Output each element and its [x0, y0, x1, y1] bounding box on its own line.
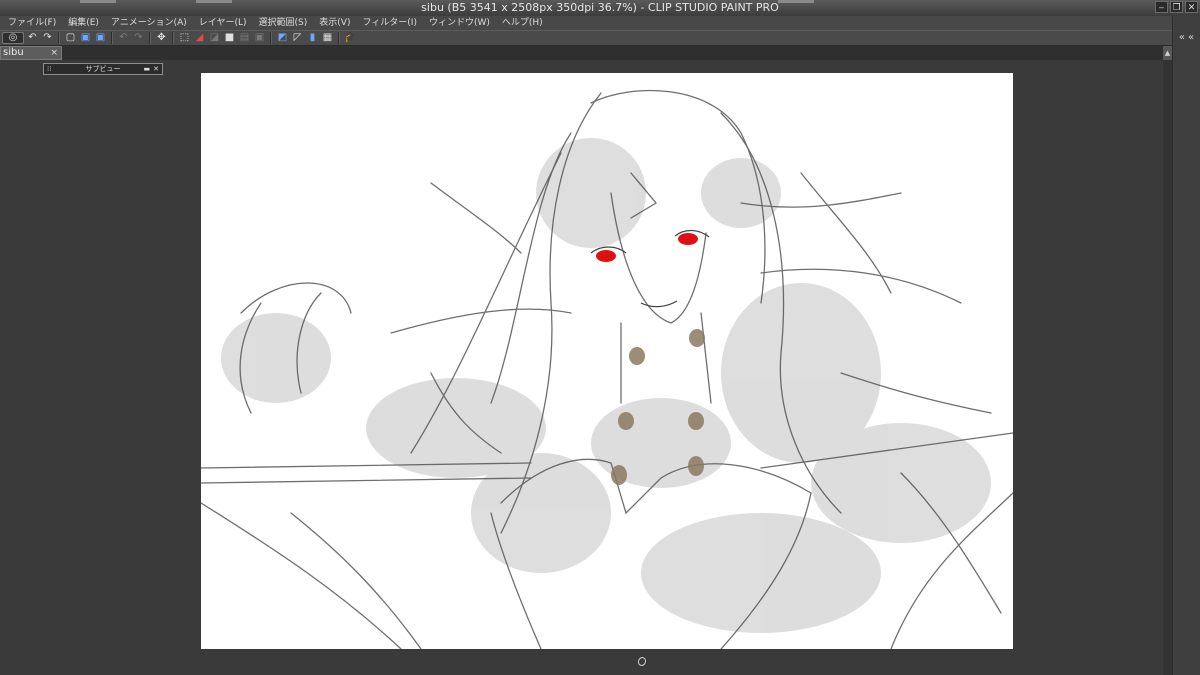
menu-animation[interactable]: アニメーション(A)	[105, 16, 193, 30]
snap-icon[interactable]: ◸	[291, 32, 304, 44]
new-file-icon[interactable]: ▢	[64, 32, 77, 44]
vertical-scrollbar[interactable]	[1163, 60, 1172, 675]
menu-filter[interactable]: フィルター(I)	[356, 16, 423, 30]
undo-icon[interactable]: ↶	[26, 32, 39, 44]
clear-icon[interactable]: ◢	[193, 32, 206, 44]
close-tab-icon[interactable]: ×	[50, 47, 58, 59]
expand-palette-icon[interactable]: ««	[1173, 32, 1200, 43]
toolbar-separator	[270, 32, 272, 44]
toolbar-separator	[338, 32, 340, 44]
menu-selection[interactable]: 選択範囲(S)	[253, 16, 314, 30]
zoom-icon[interactable]: ▣	[79, 32, 92, 44]
cut-icon[interactable]: ■	[223, 32, 236, 44]
menu-edit[interactable]: 編集(E)	[62, 16, 105, 30]
grid-icon[interactable]: ▦	[321, 32, 334, 44]
menu-file[interactable]: ファイル(F)	[0, 16, 62, 30]
selection-icon[interactable]: ⬚	[178, 32, 191, 44]
undo-disabled-icon[interactable]: ↶	[117, 32, 130, 44]
toolbar-separator	[149, 32, 151, 44]
menu-bar: ファイル(F) 編集(E) アニメーション(A) レイヤー(L) 選択範囲(S)…	[0, 16, 1172, 30]
pen-icon[interactable]: ▮	[306, 32, 319, 44]
redo-disabled-icon[interactable]: ↷	[132, 32, 145, 44]
redo-icon[interactable]: ↷	[41, 32, 54, 44]
close-icon[interactable]: ✕	[153, 64, 159, 74]
toolbar-separator	[58, 32, 60, 44]
minimize-icon[interactable]: ‒	[1155, 1, 1168, 13]
zoom-fit-icon[interactable]: ▣	[94, 32, 107, 44]
sketch-artwork	[201, 89, 1013, 649]
toolbar-separator	[111, 32, 113, 44]
canvas-tab[interactable]: sibu ×	[0, 46, 62, 60]
close-icon[interactable]: ✕	[1185, 1, 1198, 13]
menu-layer[interactable]: レイヤー(L)	[193, 16, 253, 30]
window-title: sibu (B5 3541 x 2508px 350dpi 36.7%) - C…	[421, 1, 779, 14]
toolbar-separator	[172, 32, 174, 44]
clip-studio-logo-icon[interactable]: ◎	[2, 32, 24, 44]
restore-icon[interactable]: ❐	[1170, 1, 1183, 13]
canvas-tab-label: sibu	[3, 47, 24, 58]
menu-window[interactable]: ウィンドウ(W)	[423, 16, 496, 30]
sub-view-palette[interactable]: ⁞⁞ サブビュー ▬ ✕	[43, 63, 163, 75]
ruler-icon[interactable]: ◩	[276, 32, 289, 44]
title-bar: sibu (B5 3541 x 2508px 350dpi 36.7%) - C…	[0, 0, 1200, 16]
academy-icon[interactable]: 🎓	[344, 32, 357, 44]
drawing-canvas[interactable]	[201, 73, 1013, 649]
minimize-icon[interactable]: ▬	[144, 64, 151, 74]
canvas-tab-bar: sibu ×	[0, 46, 1172, 60]
right-palette-dock: ««	[1172, 16, 1200, 675]
transform-icon[interactable]: ✥	[155, 32, 168, 44]
command-bar: ◎ ↶ ↷ ▢ ▣ ▣ ↶ ↷ ✥ ⬚ ◢ ◪ ■ ▤ ▣ ◩ ◸ ▮ ▦ 🎓	[0, 30, 1172, 46]
paste-icon[interactable]: ▣	[253, 32, 266, 44]
window-controls: ‒ ❐ ✕	[1155, 1, 1198, 13]
fill-icon[interactable]: ◪	[208, 32, 221, 44]
menu-view[interactable]: 表示(V)	[313, 16, 356, 30]
copy-icon[interactable]: ▤	[238, 32, 251, 44]
menu-help[interactable]: ヘルプ(H)	[496, 16, 549, 30]
scroll-up-icon[interactable]: ▲	[1163, 46, 1172, 60]
